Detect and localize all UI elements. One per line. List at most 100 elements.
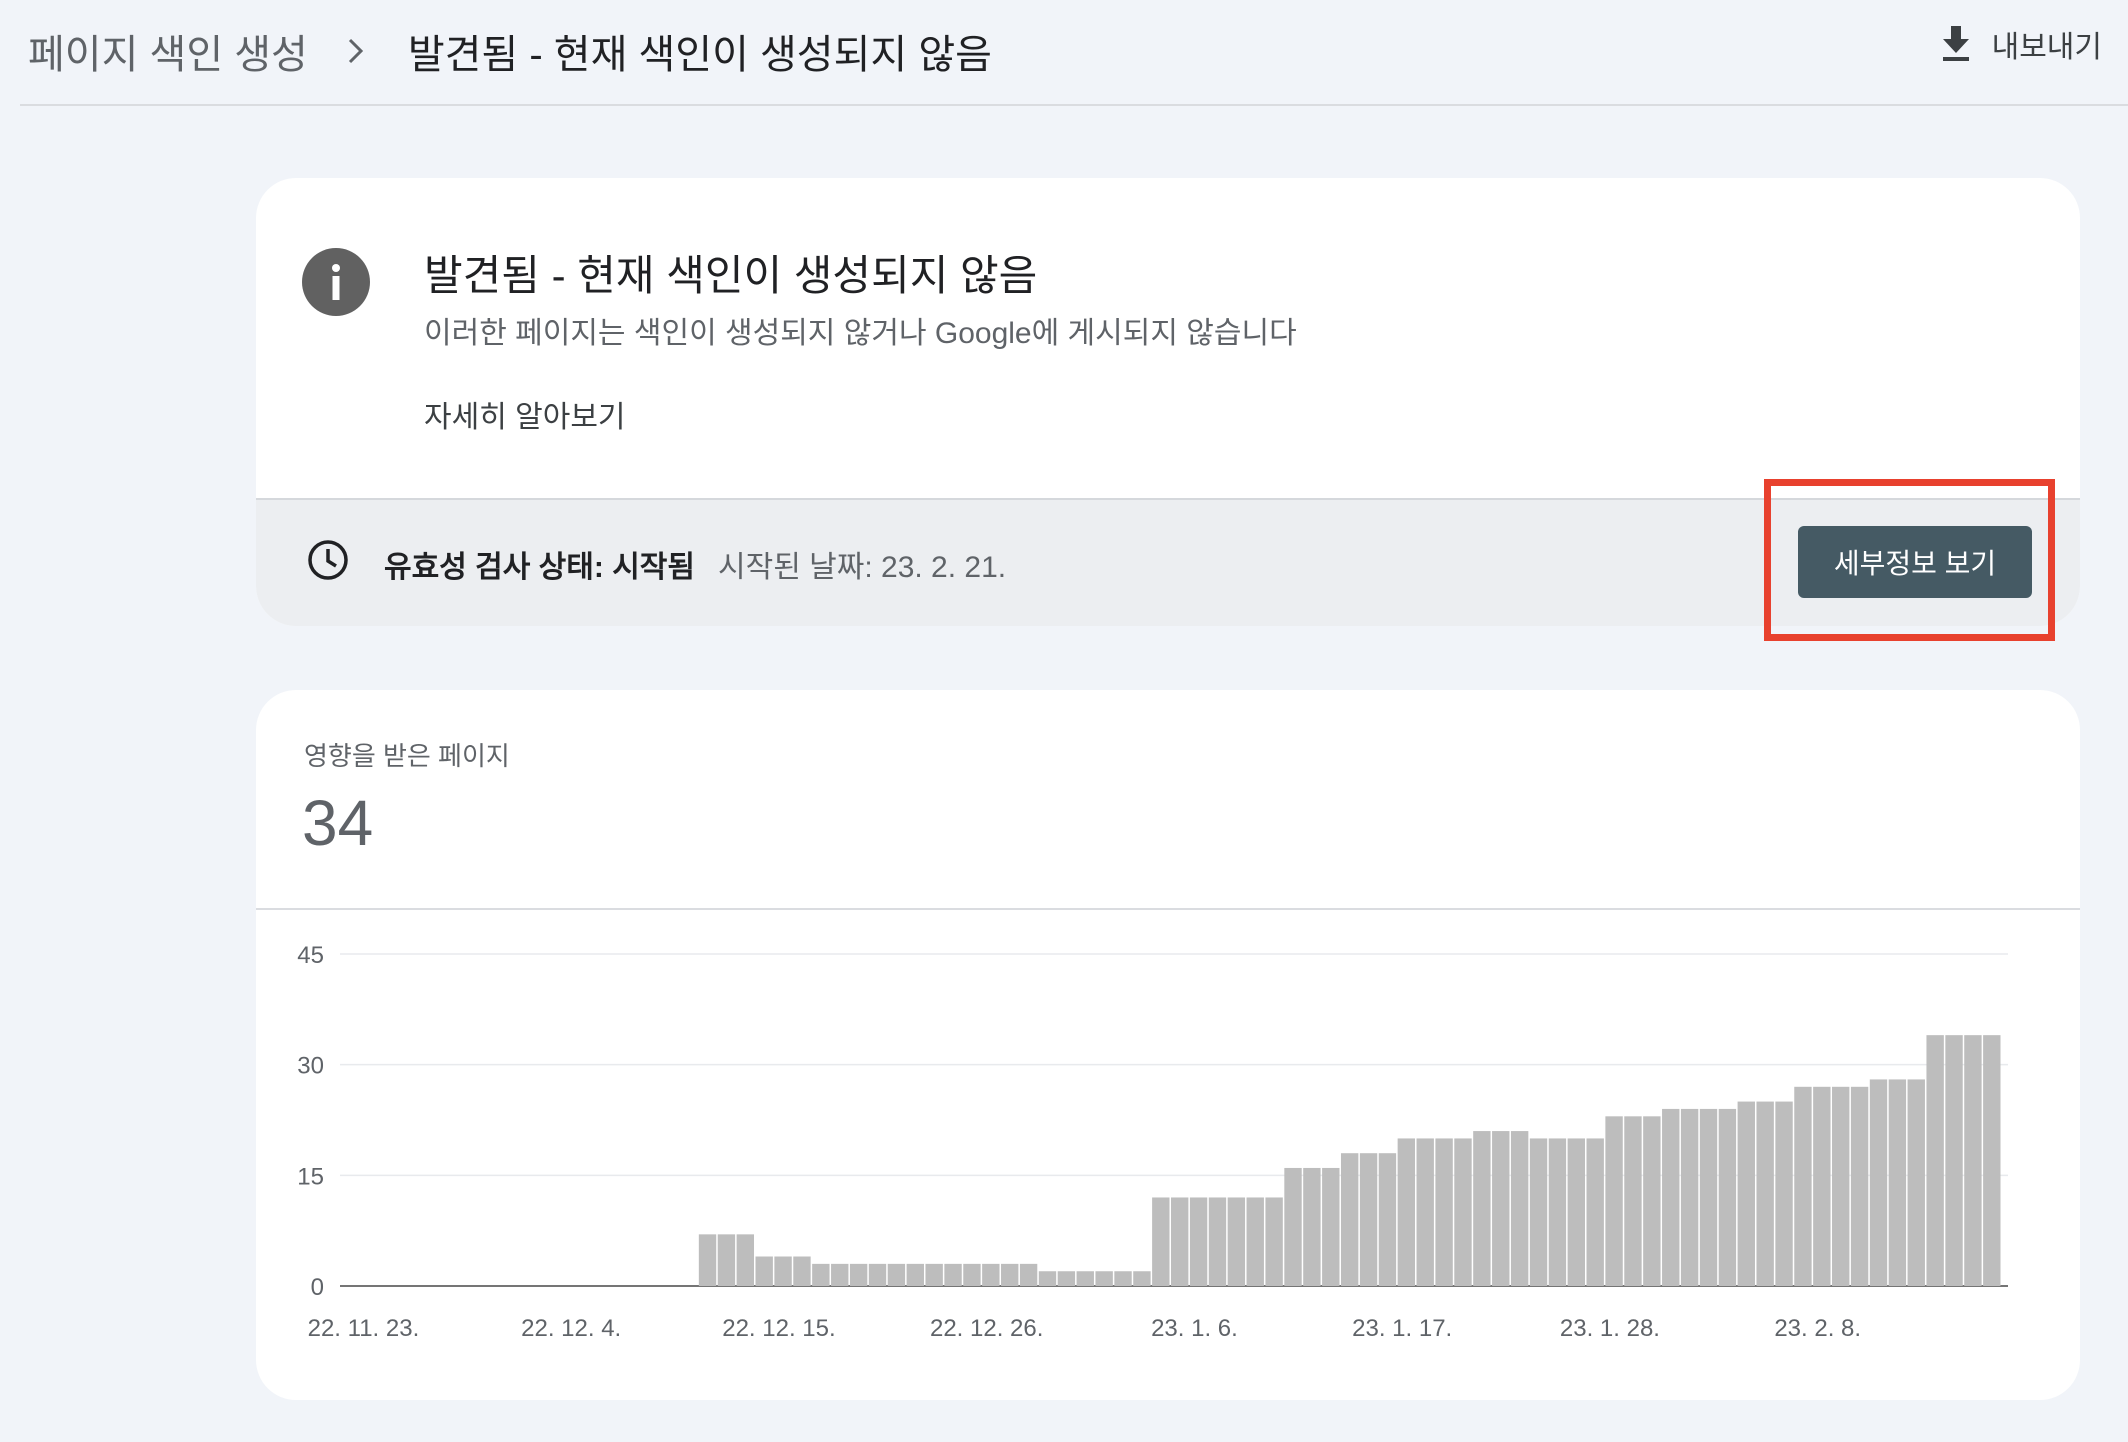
chart-bar	[831, 1263, 849, 1286]
chart-bar	[1303, 1167, 1321, 1286]
chart-bar	[982, 1263, 1000, 1286]
chart-bar	[1529, 1138, 1548, 1286]
chart-bar	[1001, 1263, 1019, 1286]
breadcrumb-current: 발견됨 - 현재 색인이 생성되지 않음	[407, 33, 992, 77]
chart-bar	[1019, 1263, 1038, 1286]
learn-more-link[interactable]: 자세히 알아보기	[424, 392, 626, 436]
chart-bar	[1680, 1108, 1699, 1286]
x-tick-label: 23. 1. 17.	[1352, 1315, 1452, 1342]
chart-bar	[1718, 1108, 1737, 1286]
y-tick-label: 45	[297, 942, 324, 969]
chart-bar	[1794, 1086, 1812, 1286]
chart-bar	[1945, 1035, 1963, 1286]
issue-description: 이러한 페이지는 색인이 생성되지 않거나 Google에 게시되지 않습니다	[424, 317, 1297, 350]
chart-bar	[1813, 1086, 1831, 1286]
chart-bar	[1888, 1079, 1907, 1286]
chart-bar	[1095, 1271, 1113, 1286]
chart-bar	[1662, 1108, 1680, 1286]
x-tick-label: 23. 2. 8.	[1774, 1315, 1861, 1342]
chevron-right-icon	[340, 31, 372, 71]
chart-bar	[1548, 1138, 1567, 1286]
chart-bar	[1473, 1131, 1491, 1286]
chart-bar	[1869, 1079, 1888, 1286]
x-tick-label: 22. 11. 23.	[308, 1315, 420, 1342]
clock-icon	[308, 540, 348, 580]
chart-bar	[1699, 1108, 1718, 1286]
x-tick-label: 22. 12. 4.	[521, 1315, 621, 1342]
chart-bar	[1416, 1138, 1434, 1286]
chart-bar	[887, 1263, 906, 1286]
export-label: 내보내기	[1991, 31, 2102, 64]
breadcrumb-parent[interactable]: 페이지 색인 생성	[28, 22, 308, 80]
chart-bar	[1756, 1101, 1774, 1286]
chart-bar	[1567, 1138, 1585, 1286]
top-bar: 페이지 색인 생성 발견됨 - 현재 색인이 생성되지 않음 내보내기	[20, 0, 2128, 106]
chart-bar	[1586, 1138, 1604, 1286]
chart-bar	[1983, 1035, 2001, 1286]
chart-bar	[1435, 1138, 1453, 1286]
chart-bar	[1643, 1116, 1661, 1286]
chart-bar	[1227, 1197, 1246, 1286]
x-tick-label: 23. 1. 6.	[1151, 1315, 1238, 1342]
chart-bar	[1359, 1153, 1378, 1286]
chart-bar	[1322, 1167, 1340, 1286]
chart-bar	[1284, 1167, 1302, 1286]
chart-bar	[793, 1256, 811, 1286]
y-tick-label: 30	[297, 1053, 324, 1080]
chart-bar	[1737, 1101, 1755, 1286]
chart-bar	[1171, 1197, 1189, 1286]
chart-bar	[849, 1263, 868, 1286]
chart-bar	[1454, 1138, 1472, 1286]
chart-bar	[1907, 1079, 1925, 1286]
chart-bar	[925, 1263, 943, 1286]
chart-bar	[736, 1234, 754, 1286]
chart-bar	[812, 1263, 830, 1286]
issue-title: 발견됨 - 현재 색인이 생성되지 않음	[424, 252, 1038, 299]
y-tick-label: 15	[297, 1163, 324, 1190]
chart-bar	[1775, 1101, 1793, 1286]
chart-bar	[1850, 1086, 1869, 1286]
see-details-button[interactable]: 세부정보 보기	[1798, 526, 2032, 598]
download-icon	[1942, 26, 1969, 61]
validation-status-label: 유효성 검사 상태: 시작됨	[384, 551, 695, 584]
chart-bar	[1152, 1197, 1170, 1286]
chart-bar	[1340, 1153, 1359, 1286]
x-tick-label: 22. 12. 26.	[930, 1315, 1043, 1342]
affected-pages-chart: 0 15 30 45 22. 11. 23. 22. 12. 4. 22. 12. 15. 2…	[297, 942, 2008, 1342]
export-button[interactable]: 내보내기	[1940, 22, 2102, 66]
chart-bar	[1832, 1086, 1850, 1286]
chart-bar	[963, 1263, 981, 1286]
chart-bar	[944, 1263, 962, 1286]
chart-bar	[1246, 1197, 1264, 1286]
affected-pages-count: 34	[302, 787, 374, 859]
x-tick-label: 22. 12. 15.	[722, 1315, 835, 1342]
chart-bar	[1624, 1116, 1642, 1286]
chart-bar	[1510, 1131, 1529, 1286]
chart-bar	[1057, 1271, 1076, 1286]
chart-bar	[868, 1263, 887, 1286]
chart-bar	[1964, 1035, 1982, 1286]
chart-bar	[906, 1263, 924, 1286]
chart-bar	[1208, 1197, 1227, 1286]
chart-bar	[1076, 1271, 1094, 1286]
affected-pages-card: 영향을 받은 페이지 34 0 15 30 45 22. 11. 23. 22. 12. …	[256, 690, 2080, 1400]
chart-bar	[1605, 1116, 1623, 1286]
chart-bar	[1133, 1271, 1151, 1286]
chart-bar	[698, 1234, 717, 1286]
chart-bar	[1114, 1271, 1132, 1286]
chart-bar	[1038, 1271, 1057, 1286]
chart-bar	[717, 1234, 736, 1286]
validation-start-date: 시작된 날짜: 23. 2. 21.	[718, 551, 1007, 584]
chart-bar	[1265, 1197, 1283, 1286]
chart-bar	[1926, 1035, 1944, 1286]
chart-bar	[1492, 1131, 1510, 1286]
affected-pages-label: 영향을 받은 페이지	[304, 741, 510, 771]
chart-bar	[1189, 1197, 1208, 1286]
chart-bar	[774, 1256, 792, 1286]
breadcrumb: 페이지 색인 생성 발견됨 - 현재 색인이 생성되지 않음	[28, 22, 992, 80]
chart-bar	[1378, 1153, 1397, 1286]
chart-bar	[1397, 1138, 1416, 1286]
y-tick-label: 0	[311, 1274, 324, 1301]
info-icon	[302, 248, 370, 316]
chart-bar	[755, 1256, 773, 1286]
